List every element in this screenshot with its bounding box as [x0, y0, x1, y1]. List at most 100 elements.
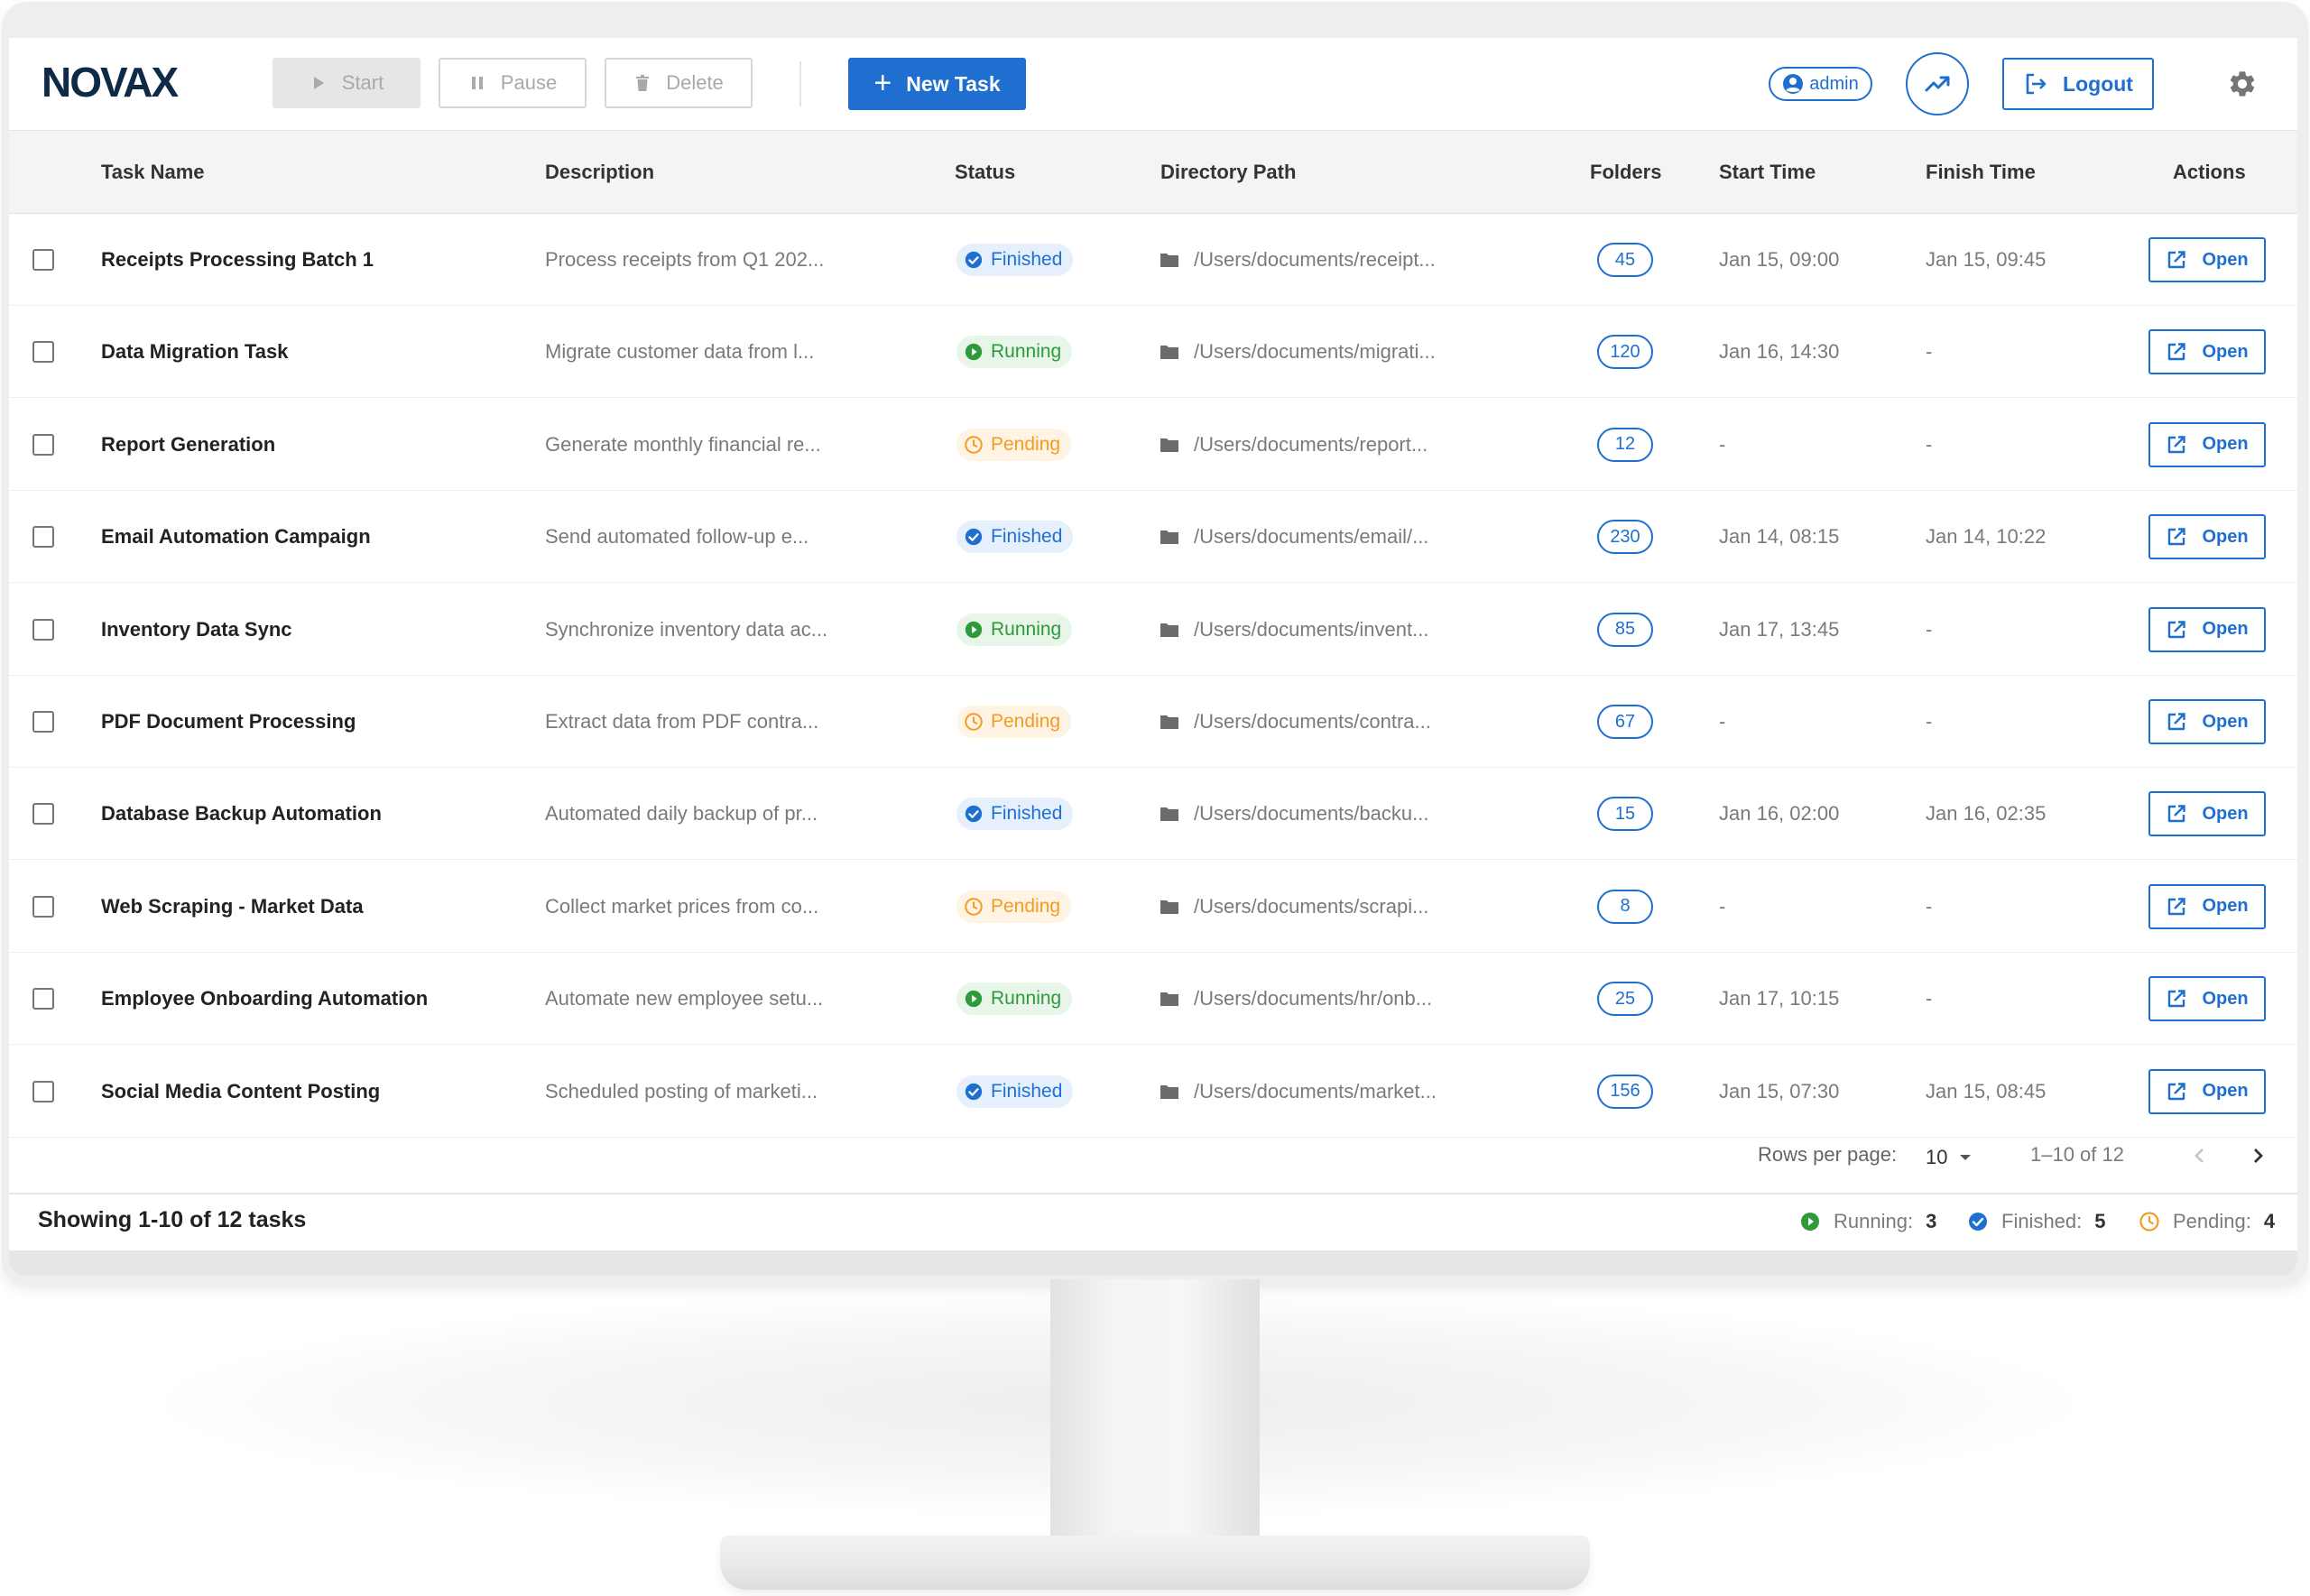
task-description: Migrate customer data from l...: [545, 340, 815, 364]
previous-page-button[interactable]: [2184, 1139, 2216, 1172]
open-label: Open: [2202, 249, 2249, 270]
directory-path-cell: /Users/documents/backu...: [1160, 768, 1538, 860]
row-checkbox[interactable]: [32, 341, 54, 364]
column-header-directory-path[interactable]: Directory Path: [1160, 131, 1296, 214]
open-task-button[interactable]: Open: [2148, 883, 2266, 929]
logo: NOVAX: [42, 59, 179, 106]
table-row[interactable]: Database Backup Automation Automated dai…: [9, 768, 2297, 861]
open-task-button[interactable]: Open: [2148, 237, 2266, 282]
open-task-button[interactable]: Open: [2148, 606, 2266, 652]
status-badge: Running: [956, 983, 1073, 1016]
status-label: Pending: [991, 711, 1061, 732]
table-row[interactable]: Receipts Processing Batch 1 Process rece…: [9, 214, 2297, 306]
table-row[interactable]: Data Migration Task Migrate customer dat…: [9, 306, 2297, 399]
folders-cell: 15: [1594, 768, 1657, 860]
column-header-description[interactable]: Description: [545, 131, 654, 214]
finish-time: -: [1926, 432, 1933, 456]
open-label: Open: [2202, 434, 2249, 455]
directory-path: /Users/documents/market...: [1194, 1079, 1437, 1102]
folders-cell: 67: [1594, 676, 1657, 768]
row-checkbox[interactable]: [32, 433, 54, 456]
directory-path: /Users/documents/invent...: [1194, 617, 1429, 641]
analytics-button[interactable]: [1906, 52, 1969, 115]
check-circle-icon: [965, 1083, 983, 1100]
monitor-stand-neck: [1050, 1279, 1260, 1559]
task-name: PDF Document Processing: [101, 710, 356, 733]
clock-icon: [965, 436, 983, 454]
column-header-status[interactable]: Status: [955, 131, 1015, 214]
status-label: Running: [991, 988, 1062, 1010]
status-cell: Running: [956, 953, 1119, 1045]
chevron-right-icon: [2254, 1149, 2263, 1163]
task-name: Inventory Data Sync: [101, 617, 292, 641]
user-badge[interactable]: admin: [1769, 67, 1872, 101]
next-page-button[interactable]: [2241, 1139, 2274, 1172]
row-checkbox[interactable]: [32, 526, 54, 549]
finish-time: -: [1926, 710, 1933, 733]
open-in-new-icon: [2168, 251, 2186, 269]
rows-per-page-select[interactable]: 10: [1926, 1139, 1973, 1176]
folder-count-badge: 67: [1597, 705, 1653, 739]
rows-per-page-value: 10: [1926, 1146, 1948, 1168]
status-badge: Running: [956, 613, 1073, 646]
table-row[interactable]: PDF Document Processing Extract data fro…: [9, 676, 2297, 768]
folder-count-badge: 85: [1597, 612, 1653, 647]
open-task-button[interactable]: Open: [2148, 329, 2266, 375]
row-checkbox[interactable]: [32, 711, 54, 733]
directory-path: /Users/documents/report...: [1194, 432, 1428, 456]
row-checkbox[interactable]: [32, 249, 54, 271]
open-task-button[interactable]: Open: [2148, 976, 2266, 1022]
folder-icon: [1160, 346, 1178, 360]
status-cell: Pending: [956, 399, 1119, 491]
folders-cell: 85: [1594, 584, 1657, 676]
status-cell: Pending: [956, 676, 1119, 768]
open-task-button[interactable]: Open: [2148, 421, 2266, 467]
table-row[interactable]: Employee Onboarding Automation Automate …: [9, 953, 2297, 1046]
open-in-new-icon: [2168, 343, 2186, 361]
status-footer: Showing 1-10 of 12 tasks Running: 3 Fini…: [9, 1193, 2297, 1250]
column-header-task-name[interactable]: Task Name: [101, 131, 205, 214]
open-label: Open: [2202, 803, 2249, 824]
column-header-folders[interactable]: Folders: [1590, 131, 1661, 214]
column-header-start-time[interactable]: Start Time: [1719, 131, 1816, 214]
task-name: Receipts Processing Batch 1: [101, 248, 374, 271]
table-row[interactable]: Report Generation Generate monthly finan…: [9, 399, 2297, 491]
start-time: Jan 15, 07:30: [1719, 1079, 1840, 1102]
start-button[interactable]: Start: [273, 58, 420, 108]
table-row[interactable]: Social Media Content Posting Scheduled p…: [9, 1046, 2297, 1138]
delete-button[interactable]: Delete: [605, 58, 753, 108]
play-icon: [313, 77, 324, 89]
directory-path-cell: /Users/documents/market...: [1160, 1046, 1538, 1138]
table-row[interactable]: Web Scraping - Market Data Collect marke…: [9, 861, 2297, 953]
directory-path-cell: /Users/documents/hr/onb...: [1160, 953, 1538, 1045]
folder-icon: [1160, 992, 1178, 1007]
logout-icon: [2026, 73, 2047, 95]
settings-button[interactable]: [2223, 65, 2261, 103]
folder-icon: [1160, 438, 1178, 452]
row-checkbox[interactable]: [32, 803, 54, 826]
directory-path-cell: /Users/documents/email/...: [1160, 491, 1538, 583]
row-checkbox[interactable]: [32, 988, 54, 1010]
table-row[interactable]: Email Automation Campaign Send automated…: [9, 491, 2297, 584]
table-row[interactable]: Inventory Data Sync Synchronize inventor…: [9, 584, 2297, 676]
open-task-button[interactable]: Open: [2148, 791, 2266, 837]
logout-button[interactable]: Logout: [2002, 58, 2154, 110]
pause-button[interactable]: Pause: [439, 58, 587, 108]
row-checkbox[interactable]: [32, 618, 54, 641]
open-label: Open: [2202, 988, 2249, 1009]
open-task-button[interactable]: Open: [2148, 514, 2266, 560]
row-checkbox[interactable]: [32, 895, 54, 918]
row-checkbox[interactable]: [32, 1080, 54, 1102]
open-task-button[interactable]: Open: [2148, 699, 2266, 744]
clock-icon: [2139, 1212, 2159, 1232]
status-badge: Finished: [956, 798, 1074, 831]
actions-cell: Open: [2148, 861, 2267, 953]
new-task-button[interactable]: + New Task: [848, 58, 1026, 110]
finish-time: Jan 15, 09:45: [1926, 248, 2047, 271]
actions-cell: Open: [2148, 768, 2267, 860]
task-description: Collect market prices from co...: [545, 894, 819, 918]
start-time: -: [1719, 710, 1726, 733]
monitor-stand-base: [720, 1536, 1590, 1590]
column-header-finish-time[interactable]: Finish Time: [1926, 131, 2036, 214]
open-task-button[interactable]: Open: [2148, 1068, 2266, 1114]
